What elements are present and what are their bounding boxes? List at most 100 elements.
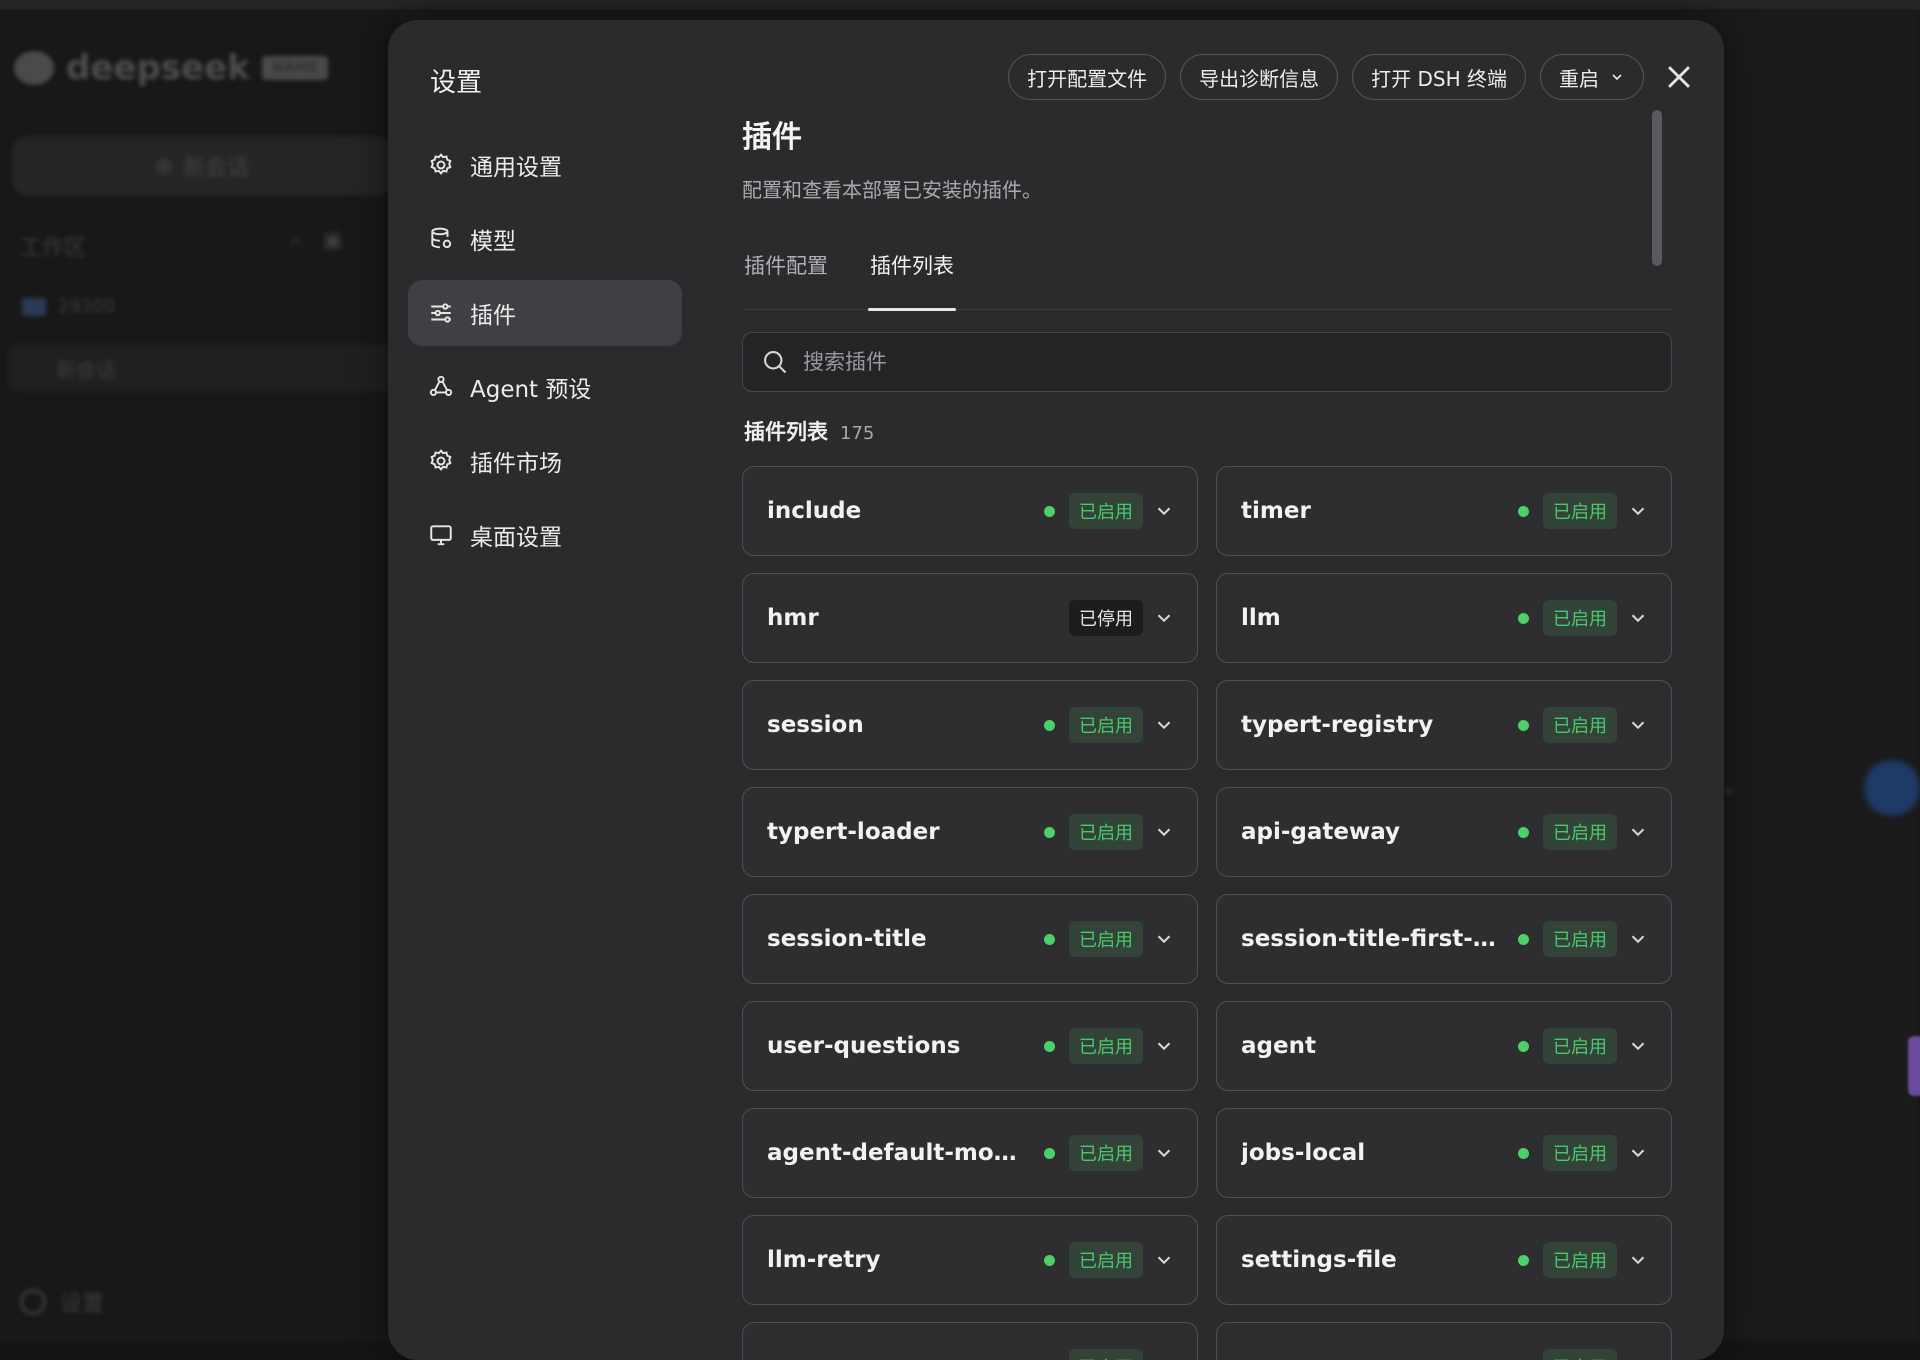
status-badge: 已启用 [1069, 707, 1143, 743]
nav-label: Agent 预设 [470, 377, 592, 403]
plugin-status: 已启用 [1518, 707, 1617, 743]
status-dot-icon [1518, 1040, 1529, 1052]
plugin-status: 已启用 [1518, 600, 1617, 636]
search-input[interactable] [803, 350, 1603, 374]
search-icon: ⌕ [290, 228, 323, 253]
nav-label: 插件市场 [470, 451, 562, 477]
plugin-card[interactable]: llm-retry 已启用 [742, 1215, 1198, 1305]
chevron-down-icon[interactable] [1153, 1142, 1175, 1164]
plugin-card[interactable]: agent-default-model 已启用 [742, 1108, 1198, 1198]
settings-dialog: 设置 通用设置 模型 插件 Agent 预设 插件市场 桌面设置 打开配置文件 … [388, 20, 1724, 1360]
plugin-name: session-title [767, 926, 927, 952]
folder-add-icon: ▣ [322, 228, 364, 253]
plugin-status: 已启用 [1044, 1349, 1143, 1360]
chevron-down-icon[interactable] [1627, 928, 1649, 950]
status-dot-icon [1518, 612, 1529, 624]
chevron-down-icon[interactable] [1627, 500, 1649, 522]
chevron-down-icon[interactable] [1153, 1035, 1175, 1057]
plugin-card[interactable]: 已启用 [1216, 1322, 1672, 1360]
plugin-name: include [767, 498, 862, 524]
chevron-down-icon[interactable] [1153, 821, 1175, 843]
plugin-status: 已启用 [1518, 921, 1617, 957]
plugin-card[interactable]: session-title-first-pro... 已启用 [1216, 894, 1672, 984]
plugin-name: llm [1241, 605, 1281, 631]
plugin-name: agent [1241, 1033, 1316, 1059]
plugin-name: api-gateway [1241, 819, 1401, 845]
status-badge: 已启用 [1069, 814, 1143, 850]
chevron-down-icon[interactable] [1153, 500, 1175, 522]
background-send-button [1864, 760, 1920, 816]
plugins-panel: 插件 配置和查看本部署已安装的插件。 插件配置 插件列表 插件列表 175 in… [742, 20, 1672, 1360]
plugin-card[interactable]: typert-loader 已启用 [742, 787, 1198, 877]
plugin-card[interactable]: timer 已启用 [1216, 466, 1672, 556]
tab-plugin-config[interactable]: 插件配置 [742, 240, 830, 310]
plugin-card[interactable]: user-questions 已启用 [742, 1001, 1198, 1091]
whale-logo-icon [14, 51, 54, 85]
plugin-status: 已启用 [1518, 493, 1617, 529]
status-badge: 已启用 [1069, 1135, 1143, 1171]
plugin-card[interactable]: session 已启用 [742, 680, 1198, 770]
chevron-down-icon[interactable] [1627, 821, 1649, 843]
plugin-count: 175 [840, 423, 875, 444]
chevron-down-icon[interactable] [1627, 1142, 1649, 1164]
chevron-down-icon[interactable] [1627, 714, 1649, 736]
chat-list-item: 新会话 [8, 344, 400, 392]
nav-item-plugins[interactable]: 插件 [408, 280, 682, 346]
plugin-card[interactable]: jobs-local 已启用 [1216, 1108, 1672, 1198]
chevron-down-icon[interactable] [1153, 714, 1175, 736]
app-logo: deepseek NAME [14, 48, 328, 88]
nav-item-models[interactable]: 模型 [408, 206, 682, 272]
logo-badge: NAME [261, 56, 328, 80]
status-badge: 已启用 [1543, 600, 1617, 636]
plugin-name: hmr [767, 605, 819, 631]
page-title: 插件 [742, 120, 802, 155]
folder-icon [22, 297, 46, 316]
chevron-down-icon[interactable] [1627, 1356, 1649, 1360]
background-model-selector: ▾ [1725, 782, 1734, 801]
plugin-card[interactable]: api-gateway 已启用 [1216, 787, 1672, 877]
plugin-card[interactable]: 已启用 [742, 1322, 1198, 1360]
plugin-tabs: 插件配置 插件列表 [742, 240, 1672, 311]
nav-item-plugin-market[interactable]: 插件市场 [408, 428, 682, 494]
plugin-name: settings-file [1241, 1247, 1397, 1273]
plugin-card[interactable]: llm 已启用 [1216, 573, 1672, 663]
plugin-name: typert-loader [767, 819, 940, 845]
new-chat-label: 新会话 [183, 156, 250, 181]
chevron-down-icon[interactable] [1153, 1356, 1175, 1360]
chevron-down-icon[interactable] [1627, 1035, 1649, 1057]
status-dot-icon [1044, 1254, 1055, 1266]
plugin-name: typert-registry [1241, 712, 1434, 738]
plugin-card[interactable]: hmr 已停用 [742, 573, 1198, 663]
plugin-search [742, 332, 1672, 392]
status-badge: 已启用 [1069, 493, 1143, 529]
plugin-card[interactable]: typert-registry 已启用 [1216, 680, 1672, 770]
nav-item-general[interactable]: 通用设置 [408, 132, 682, 198]
plugin-name: session-title-first-pro... [1241, 926, 1501, 952]
plugin-card[interactable]: session-title 已启用 [742, 894, 1198, 984]
plugin-status: 已启用 [1044, 814, 1143, 850]
status-badge: 已启用 [1543, 1135, 1617, 1171]
chevron-down-icon[interactable] [1627, 607, 1649, 629]
nav-item-desktop[interactable]: 桌面设置 [408, 502, 682, 568]
plugin-card[interactable]: agent 已启用 [1216, 1001, 1672, 1091]
scrollbar-thumb[interactable] [1652, 110, 1662, 266]
status-badge: 已启用 [1069, 1242, 1143, 1278]
nav-label: 通用设置 [470, 155, 562, 181]
tab-plugin-list[interactable]: 插件列表 [868, 240, 956, 311]
status-badge: 已启用 [1543, 1242, 1617, 1278]
plus-icon: ⊕ [154, 153, 174, 179]
plugin-status: 已启用 [1044, 1028, 1143, 1064]
plugin-card[interactable]: include 已启用 [742, 466, 1198, 556]
background-mascot [1908, 1036, 1920, 1096]
chevron-down-icon[interactable] [1153, 1249, 1175, 1271]
chevron-down-icon[interactable] [1153, 607, 1175, 629]
plugin-status: 已启用 [1518, 1028, 1617, 1064]
status-badge: 已启用 [1543, 493, 1617, 529]
dialog-title: 设置 [430, 68, 483, 98]
chevron-down-icon[interactable] [1153, 928, 1175, 950]
nav-item-agent-presets[interactable]: Agent 预设 [408, 354, 682, 420]
gear-icon [430, 449, 452, 471]
plugin-card[interactable]: settings-file 已启用 [1216, 1215, 1672, 1305]
plugin-name: agent-default-model [767, 1140, 1027, 1166]
chevron-down-icon[interactable] [1627, 1249, 1649, 1271]
